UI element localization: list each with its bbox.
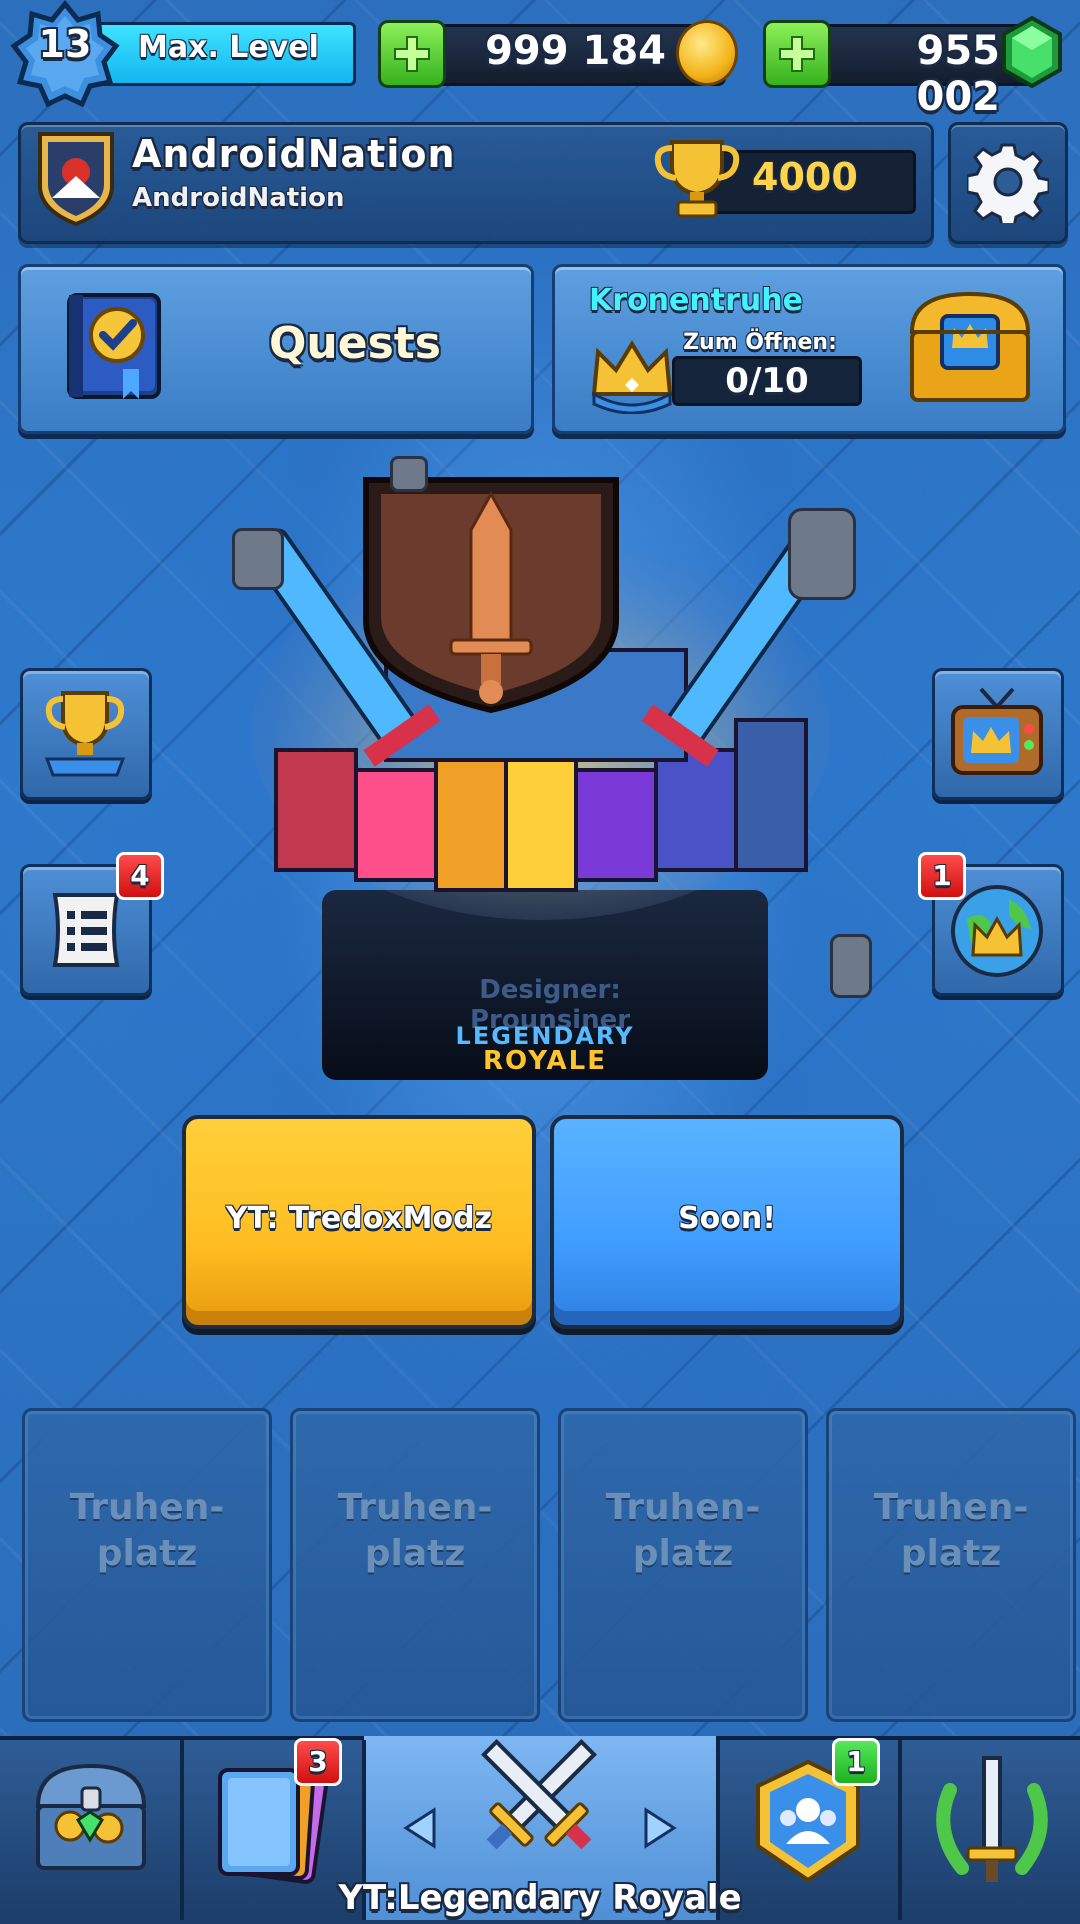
- quest-book-icon: [67, 293, 161, 399]
- crossed-swords-icon: [481, 1739, 597, 1850]
- gem-amount: 955 002: [916, 28, 1001, 120]
- arena-artwork[interactable]: [236, 470, 846, 930]
- soon-label: Soon!: [678, 1201, 776, 1236]
- chest-slot-2[interactable]: Truhen- platz: [290, 1408, 540, 1722]
- nav-divider: [180, 1740, 184, 1920]
- nav-divider: [898, 1740, 902, 1920]
- chest-slot-label: Truhen- platz: [337, 1487, 493, 1574]
- player-name: AndroidNation: [132, 132, 456, 176]
- crown-chest-icon: [909, 291, 1031, 402]
- youtube-tredox-button[interactable]: YT: TredoxModz: [182, 1115, 536, 1329]
- chest-slot-3[interactable]: Truhen- platz: [558, 1408, 808, 1722]
- settings-button[interactable]: [948, 122, 1068, 244]
- chest-slot-label: Truhen- platz: [69, 1487, 225, 1574]
- soon-button[interactable]: Soon!: [550, 1115, 904, 1329]
- plus-icon: [394, 36, 430, 72]
- trophy-icon: [654, 140, 740, 218]
- clan-name: AndroidNation: [132, 183, 345, 213]
- news-badge: 4: [116, 852, 164, 900]
- designer-label: Designer:: [479, 975, 621, 1005]
- crown-chest-title: Kronentruhe: [589, 283, 803, 318]
- floating-rock: [788, 508, 856, 600]
- nav-active-label: YT:Legendary Royale: [338, 1878, 742, 1918]
- gear-icon: [967, 143, 1049, 223]
- level-label: Max. Level: [138, 30, 319, 65]
- chest-slot-label: Truhen- platz: [873, 1487, 1029, 1574]
- chest-slot-1[interactable]: Truhen- platz: [22, 1408, 272, 1722]
- floating-rock: [830, 934, 872, 998]
- floating-rock: [390, 456, 428, 492]
- trophy-road-icon: [44, 691, 126, 777]
- arrow-left-icon[interactable]: [402, 1806, 438, 1850]
- shop-chest-icon[interactable]: [30, 1756, 152, 1878]
- plus-icon: [779, 36, 815, 72]
- clan-badge: 1: [832, 1738, 880, 1786]
- crown-progress: 0/10: [725, 361, 809, 401]
- cards-badge: 3: [294, 1738, 342, 1786]
- chest-slot-4[interactable]: Truhen- platz: [826, 1408, 1076, 1722]
- news-scroll-icon: [52, 893, 120, 967]
- floating-rock: [232, 528, 284, 590]
- trophy-road-button[interactable]: [20, 668, 152, 800]
- tv-royale-icon: [951, 687, 1043, 775]
- gold-amount: 999 184: [485, 28, 666, 74]
- clan-wars-badge: 1: [918, 852, 966, 900]
- tournament-sword-icon[interactable]: [922, 1750, 1062, 1890]
- trophy-count: 4000: [752, 155, 858, 199]
- buy-gems-button[interactable]: [763, 20, 831, 88]
- quests-label: Quests: [269, 318, 441, 369]
- gem-icon: [1002, 16, 1062, 88]
- youtube-tredox-label: YT: TredoxModz: [225, 1201, 493, 1236]
- tv-royale-button[interactable]: [932, 668, 1064, 800]
- buy-gold-button[interactable]: [378, 20, 446, 88]
- clan-badge-icon: [38, 132, 114, 227]
- arrow-right-icon[interactable]: [642, 1806, 678, 1850]
- crown-chest-subtitle: Zum Öffnen:: [683, 330, 837, 355]
- coin-icon: [676, 20, 738, 86]
- chest-slot-label: Truhen- platz: [605, 1487, 761, 1574]
- level-number: 13: [38, 22, 92, 66]
- arena-name-line2: ROYALE: [483, 1046, 607, 1076]
- crown-icon: [591, 340, 673, 414]
